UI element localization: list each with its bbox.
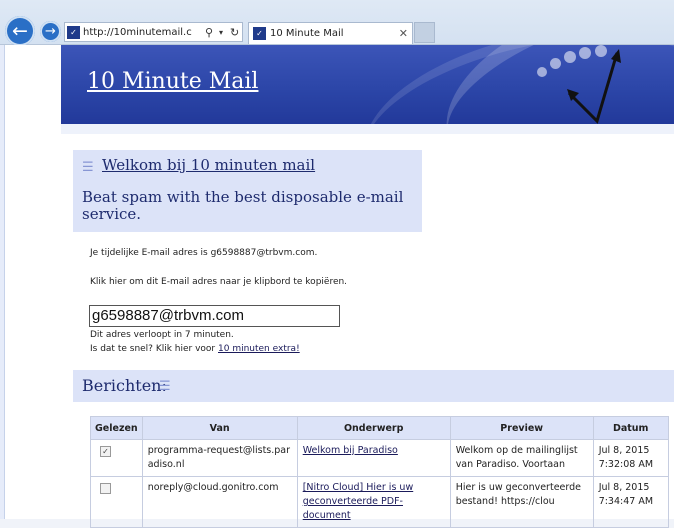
column-header: Preview xyxy=(449,416,594,440)
address-bar[interactable]: ✓ http://10minutemail.c ⚲ ▾ ↻ xyxy=(64,22,243,42)
preview-cell: Welkom op de mailinglijst van Paradiso. … xyxy=(449,439,594,477)
extend-line: Is dat te snel? Klik hier voor 10 minute… xyxy=(90,344,300,354)
arrow-left-icon[interactable]: ← xyxy=(5,16,35,46)
site-favicon-icon: ✓ xyxy=(67,26,80,39)
read-checkbox[interactable] xyxy=(100,483,111,494)
table-row[interactable]: ✓ programma-request@lists.paradiso.nl We… xyxy=(90,439,669,477)
date-cell: Jul 8, 2015 7:32:08 AM xyxy=(592,439,669,477)
browser-chrome: ← → ✓ http://10minutemail.c ⚲ ▾ ↻ ✓ 10 M… xyxy=(0,0,674,46)
column-header: Datum xyxy=(592,416,669,440)
site-banner: 10 Minute Mail xyxy=(61,45,674,124)
new-tab-button[interactable] xyxy=(414,22,435,43)
subject-link[interactable]: Welkom bij Paradiso xyxy=(303,445,398,456)
tagline: Beat spam with the best disposable e-mai… xyxy=(82,188,404,223)
subject-link[interactable]: [Nitro Cloud] Hier is uw geconverteerde … xyxy=(303,482,414,521)
email-address-field[interactable]: g6598887@trbvm.com xyxy=(89,305,340,327)
refresh-icon[interactable]: ↻ xyxy=(230,23,239,43)
from-cell: noreply@cloud.gonitro.com xyxy=(141,476,298,528)
arrow-right-icon[interactable]: → xyxy=(40,21,61,42)
address-url[interactable]: http://10minutemail.c xyxy=(83,23,201,43)
table-header-row: Gelezen Van Onderwerp Preview Datum xyxy=(90,416,669,440)
dropdown-icon[interactable]: ▾ xyxy=(219,23,223,43)
messages-table: Gelezen Van Onderwerp Preview Datum ✓ pr… xyxy=(90,416,669,528)
table-row[interactable]: noreply@cloud.gonitro.com [Nitro Cloud] … xyxy=(90,476,669,528)
close-icon[interactable]: ✕ xyxy=(399,23,408,44)
extend-prefix: Is dat te snel? Klik hier voor xyxy=(90,344,218,354)
banner-dot xyxy=(537,67,547,77)
checkmark-logo-icon xyxy=(567,49,621,124)
site-title-link[interactable]: 10 Minute Mail xyxy=(87,69,258,94)
welcome-heading[interactable]: Welkom bij 10 minuten mail xyxy=(102,156,315,174)
extend-link[interactable]: 10 minuten extra! xyxy=(218,344,300,354)
preview-cell: Hier is uw geconverteerde bestand! https… xyxy=(449,476,594,528)
left-gutter xyxy=(0,45,62,519)
column-header: Gelezen xyxy=(90,416,143,440)
messages-header: Berichten: ☰ xyxy=(73,370,674,402)
menu-icon: ☰ xyxy=(82,160,94,175)
date-cell: Jul 8, 2015 7:34:47 AM xyxy=(592,476,669,528)
column-header: Van xyxy=(141,416,298,440)
tab-favicon-icon: ✓ xyxy=(253,27,266,40)
menu-icon: ☰ xyxy=(159,379,171,394)
tab-title: 10 Minute Mail xyxy=(270,28,344,39)
welcome-panel: ☰ Welkom bij 10 minuten mail Beat spam w… xyxy=(73,150,422,232)
from-cell: programma-request@lists.paradiso.nl xyxy=(141,439,298,477)
temp-address-text: Je tijdelijke E-mail adres is g6598887@t… xyxy=(90,248,318,258)
browser-tab[interactable]: ✓ 10 Minute Mail ✕ xyxy=(248,22,413,44)
read-checkbox[interactable]: ✓ xyxy=(100,446,111,457)
banner-dot xyxy=(550,58,561,69)
copy-clipboard-text[interactable]: Klik hier om dit E-mail adres naar je kl… xyxy=(90,277,347,287)
column-header: Onderwerp xyxy=(296,416,451,440)
search-icon[interactable]: ⚲ xyxy=(205,23,213,43)
expire-text: Dit adres verloopt in 7 minuten. xyxy=(90,330,234,340)
messages-heading: Berichten: xyxy=(82,376,167,395)
